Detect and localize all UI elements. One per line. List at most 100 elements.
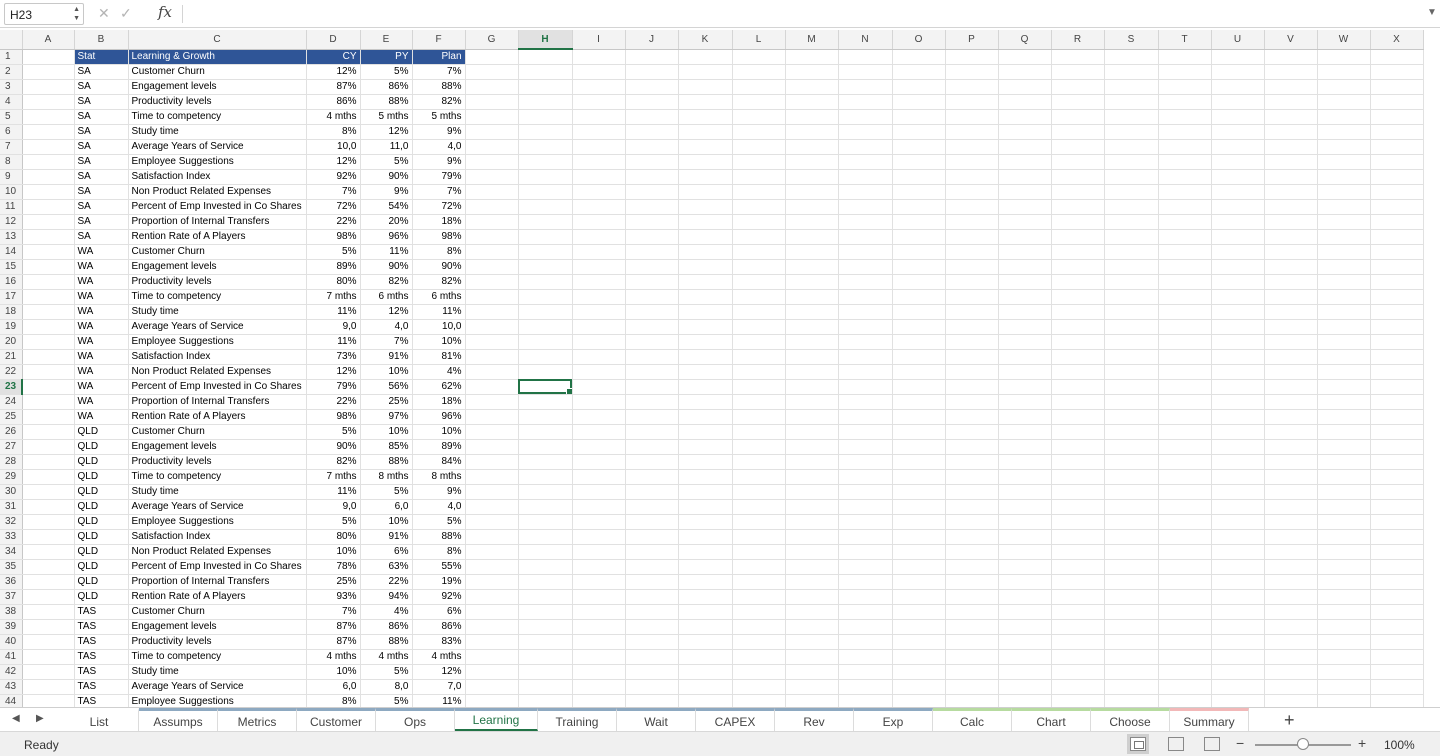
- cell[interactable]: [945, 484, 999, 500]
- cell[interactable]: [785, 349, 839, 365]
- table-cell[interactable]: Productivity levels: [128, 634, 307, 650]
- table-cell[interactable]: TAS: [74, 664, 129, 680]
- cell[interactable]: [1370, 454, 1424, 470]
- cell[interactable]: [465, 424, 519, 440]
- cell[interactable]: [1370, 589, 1424, 605]
- cell[interactable]: [1051, 199, 1105, 215]
- table-cell[interactable]: Rention Rate of A Players: [128, 409, 307, 425]
- add-sheet-icon[interactable]: +: [1284, 710, 1295, 731]
- cell[interactable]: [518, 529, 573, 545]
- cell[interactable]: [572, 229, 626, 245]
- cell[interactable]: [732, 109, 786, 125]
- cell[interactable]: [678, 184, 733, 200]
- table-cell[interactable]: Non Product Related Expenses: [128, 184, 307, 200]
- cell[interactable]: [22, 229, 75, 245]
- cell[interactable]: [785, 649, 839, 665]
- cell[interactable]: [998, 454, 1052, 470]
- table-cell[interactable]: 5 mths: [360, 109, 413, 125]
- table-cell[interactable]: 90%: [412, 259, 466, 275]
- cell[interactable]: [572, 259, 626, 275]
- cell[interactable]: [572, 334, 626, 350]
- row-header[interactable]: 25: [0, 409, 23, 425]
- cell[interactable]: [625, 109, 679, 125]
- table-cell[interactable]: 84%: [412, 454, 466, 470]
- cell[interactable]: [838, 559, 893, 575]
- cell[interactable]: [518, 469, 573, 485]
- cell[interactable]: [732, 484, 786, 500]
- cell[interactable]: [518, 559, 573, 575]
- table-cell[interactable]: Study time: [128, 304, 307, 320]
- table-cell[interactable]: 90%: [360, 259, 413, 275]
- cell[interactable]: [892, 619, 946, 635]
- table-cell[interactable]: 8 mths: [412, 469, 466, 485]
- row-header[interactable]: 18: [0, 304, 23, 320]
- cell[interactable]: [1158, 79, 1212, 95]
- cell[interactable]: [892, 49, 946, 65]
- cell[interactable]: [1051, 229, 1105, 245]
- table-cell[interactable]: 98%: [306, 229, 361, 245]
- cell[interactable]: [1211, 364, 1265, 380]
- cell[interactable]: [518, 244, 573, 260]
- cell[interactable]: [1370, 154, 1424, 170]
- cell[interactable]: [1104, 409, 1159, 425]
- table-cell[interactable]: Productivity levels: [128, 274, 307, 290]
- cell[interactable]: [678, 124, 733, 140]
- cell[interactable]: [678, 214, 733, 230]
- column-header-u[interactable]: U: [1211, 30, 1265, 50]
- row-header[interactable]: 29: [0, 469, 23, 485]
- cell[interactable]: [572, 394, 626, 410]
- cell[interactable]: [1211, 184, 1265, 200]
- table-cell[interactable]: Average Years of Service: [128, 679, 307, 695]
- cell[interactable]: [838, 454, 893, 470]
- table-cell[interactable]: Percent of Emp Invested in Co Shares: [128, 559, 307, 575]
- cell[interactable]: [1051, 49, 1105, 65]
- cell[interactable]: [1104, 154, 1159, 170]
- table-cell[interactable]: 9,0: [306, 499, 361, 515]
- cell[interactable]: [572, 409, 626, 425]
- row-header[interactable]: 21: [0, 349, 23, 365]
- cell[interactable]: [1370, 679, 1424, 695]
- cell[interactable]: [465, 634, 519, 650]
- table-cell[interactable]: Engagement levels: [128, 619, 307, 635]
- cell[interactable]: [732, 364, 786, 380]
- cell[interactable]: [518, 64, 573, 80]
- cell[interactable]: [1211, 484, 1265, 500]
- formula-input[interactable]: [188, 5, 1418, 23]
- cell[interactable]: [1317, 199, 1371, 215]
- cell[interactable]: [998, 349, 1052, 365]
- table-cell[interactable]: 72%: [306, 199, 361, 215]
- cell[interactable]: [465, 199, 519, 215]
- cell[interactable]: [785, 169, 839, 185]
- table-cell[interactable]: Non Product Related Expenses: [128, 544, 307, 560]
- column-header-g[interactable]: G: [465, 30, 519, 50]
- table-cell[interactable]: 10%: [360, 514, 413, 530]
- cell[interactable]: [678, 514, 733, 530]
- table-cell[interactable]: 11%: [306, 484, 361, 500]
- cell[interactable]: [678, 544, 733, 560]
- row-header[interactable]: 14: [0, 244, 23, 260]
- table-cell[interactable]: 6 mths: [360, 289, 413, 305]
- cell[interactable]: [1317, 64, 1371, 80]
- table-cell[interactable]: Non Product Related Expenses: [128, 364, 307, 380]
- cell[interactable]: [518, 544, 573, 560]
- table-cell[interactable]: Productivity levels: [128, 94, 307, 110]
- cell[interactable]: [1104, 274, 1159, 290]
- sheet-tab-wait[interactable]: Wait: [617, 708, 696, 731]
- zoom-slider-thumb[interactable]: [1297, 738, 1309, 750]
- cell[interactable]: [1317, 454, 1371, 470]
- cell[interactable]: [1158, 229, 1212, 245]
- cell[interactable]: [998, 364, 1052, 380]
- cell[interactable]: [1104, 49, 1159, 65]
- cell[interactable]: [465, 169, 519, 185]
- cell[interactable]: [998, 259, 1052, 275]
- cell[interactable]: [785, 454, 839, 470]
- cell[interactable]: [22, 319, 75, 335]
- cell[interactable]: [1370, 319, 1424, 335]
- cell[interactable]: [465, 79, 519, 95]
- table-cell[interactable]: Time to competency: [128, 109, 307, 125]
- cell[interactable]: [518, 424, 573, 440]
- cell[interactable]: [945, 439, 999, 455]
- cell[interactable]: [1051, 64, 1105, 80]
- row-header[interactable]: 39: [0, 619, 23, 635]
- column-header-k[interactable]: K: [678, 30, 733, 50]
